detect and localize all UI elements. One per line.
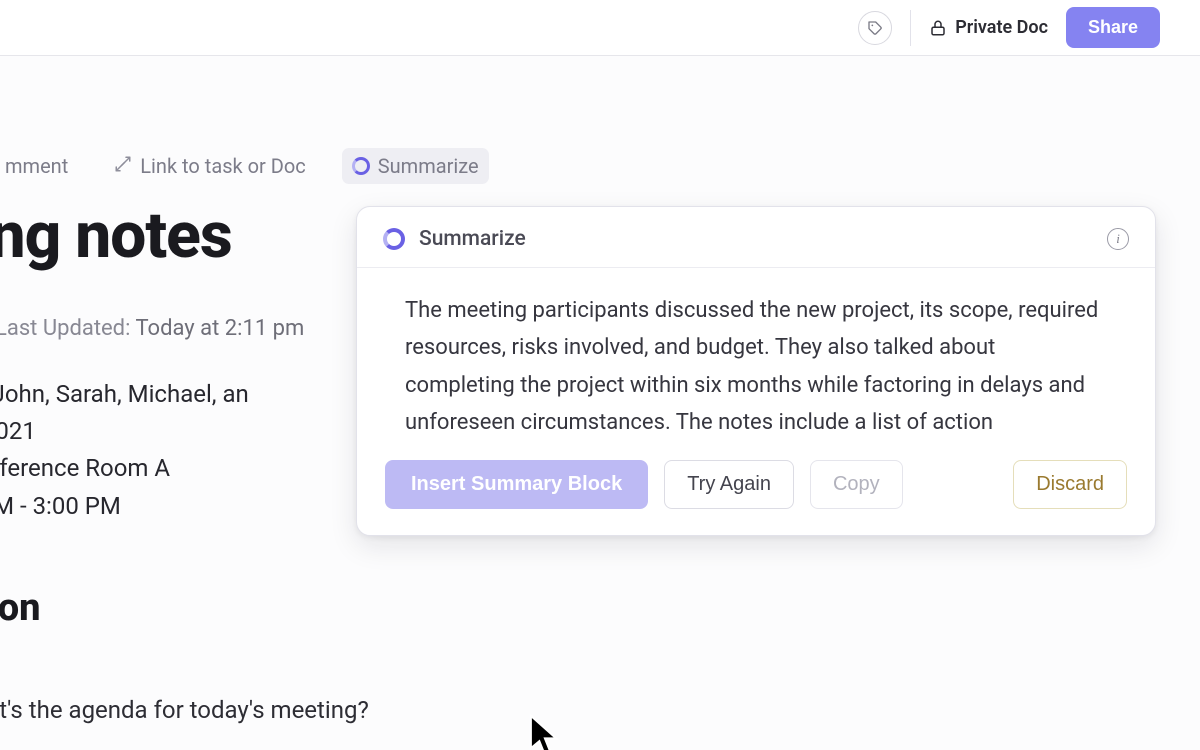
insert-summary-button[interactable]: Insert Summary Block <box>385 460 648 509</box>
mouse-cursor-icon <box>528 714 562 750</box>
comment-label: mment <box>5 154 68 178</box>
lock-icon <box>929 19 947 37</box>
summarize-panel-body: The meeting participants discussed the n… <box>357 268 1155 460</box>
info-icon[interactable]: i <box>1107 228 1129 250</box>
last-updated-label: Last Updated: <box>0 316 130 341</box>
tag-button[interactable] <box>858 11 892 45</box>
top-bar: Private Doc Share <box>0 0 1200 56</box>
try-again-button[interactable]: Try Again <box>664 460 794 509</box>
link-label: Link to task or Doc <box>140 154 305 178</box>
page-title[interactable]: Meeting notes <box>0 198 232 273</box>
context-toolbar: mment Link to task or Doc Summarize <box>0 148 489 184</box>
participants-line: nts: John, Sarah, Michael, an <box>0 376 249 413</box>
privacy-label: Private Doc <box>955 17 1048 38</box>
document-area: mment Link to task or Doc Summarize Meet… <box>0 56 1200 750</box>
ai-icon <box>352 157 370 175</box>
summarize-panel-title: Summarize <box>419 227 526 251</box>
last-updated-value: Today at 2:11 pm <box>135 316 304 341</box>
privacy-toggle[interactable]: Private Doc <box>929 17 1048 38</box>
time-line: 00 PM - 3:00 PM <box>0 488 249 525</box>
share-button[interactable]: Share <box>1066 7 1160 48</box>
summarize-tool[interactable]: Summarize <box>342 148 489 184</box>
link-tool[interactable]: Link to task or Doc <box>104 148 315 184</box>
summarize-panel: Summarize i The meeting participants dis… <box>356 206 1156 536</box>
ai-icon <box>383 228 405 250</box>
header-divider <box>910 10 911 46</box>
summarize-panel-header: Summarize i <box>357 207 1155 268</box>
section-heading-conversation: ersation <box>0 586 41 630</box>
doc-meta: nts: John, Sarah, Michael, an 15/2021 : … <box>0 376 249 525</box>
location-line: : Conference Room A <box>0 450 249 487</box>
conversation-line[interactable]: what's the agenda for today's meeting? <box>0 696 369 724</box>
tag-icon <box>867 20 883 36</box>
last-updated: Last Updated: Today at 2:11 pm <box>0 316 304 341</box>
comment-tool[interactable]: mment <box>0 148 78 184</box>
participants-value: John, Sarah, Michael, an <box>0 380 249 408</box>
discard-button[interactable]: Discard <box>1013 460 1127 509</box>
summarize-panel-actions: Insert Summary Block Try Again Copy Disc… <box>357 460 1155 535</box>
link-icon <box>114 154 132 178</box>
summarize-label: Summarize <box>378 154 479 178</box>
copy-button[interactable]: Copy <box>810 460 903 509</box>
date-line: 15/2021 <box>0 413 249 450</box>
